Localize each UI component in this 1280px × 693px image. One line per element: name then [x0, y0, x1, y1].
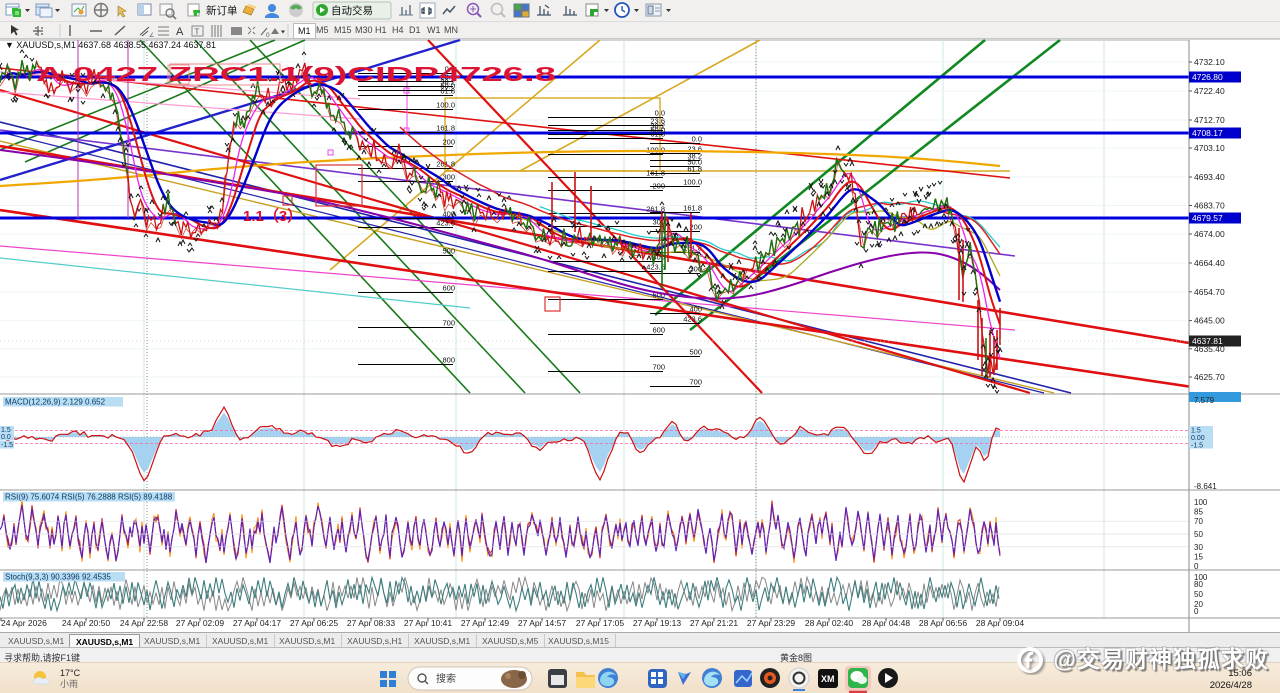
svg-text:600: 600 — [442, 284, 455, 293]
svg-text:100.0: 100.0 — [436, 101, 455, 110]
svg-text:100.0: 100.0 — [683, 178, 702, 187]
svg-text:161.8: 161.8 — [436, 124, 455, 133]
svg-text:XM: XM — [821, 674, 835, 684]
svg-text:A 0427 ZRC1.1(9)CIDP4726.8: A 0427 ZRC1.1(9)CIDP4726.8 — [36, 64, 556, 86]
svg-text:搜索: 搜索 — [436, 672, 456, 685]
svg-text:4664.40: 4664.40 — [1194, 258, 1225, 268]
svg-text:80: 80 — [1194, 580, 1203, 589]
svg-text:85: 85 — [1194, 508, 1203, 517]
svg-text:161.8: 161.8 — [683, 204, 702, 213]
svg-text:17°C: 17°C — [60, 668, 81, 678]
svg-text:61.8: 61.8 — [650, 130, 665, 139]
svg-text:4625.70: 4625.70 — [1194, 372, 1225, 382]
svg-text:0.0: 0.0 — [1, 434, 11, 441]
svg-text:800: 800 — [442, 356, 455, 365]
svg-text:4732.10: 4732.10 — [1194, 57, 1225, 67]
svg-text:50: 50 — [1194, 530, 1203, 539]
svg-text:4654.70: 4654.70 — [1194, 287, 1225, 297]
svg-text:RSI(9) 75.6074 RSI(5) 76.2888: RSI(9) 75.6074 RSI(5) 76.2888 RSI(5) 89.… — [5, 493, 173, 502]
svg-text:200: 200 — [442, 138, 455, 147]
svg-text:自动交易: 自动交易 — [331, 4, 373, 17]
svg-text:T: T — [195, 28, 200, 37]
svg-text:▼ XAUUSD,s,M1 4637.68 4638.55: ▼ XAUUSD,s,M1 4637.68 4638.55 4637.24 46… — [5, 40, 216, 50]
svg-text:50: 50 — [1194, 590, 1203, 599]
svg-text:4703.10: 4703.10 — [1194, 143, 1225, 153]
svg-text:400: 400 — [689, 305, 702, 314]
svg-text:423.6: 423.6 — [683, 315, 702, 324]
svg-text:100: 100 — [1194, 498, 1208, 507]
svg-text:4674.00: 4674.00 — [1194, 229, 1225, 239]
svg-text:15: 15 — [1194, 552, 1203, 561]
svg-text:500: 500 — [442, 247, 455, 256]
svg-text:4645.00: 4645.00 — [1194, 316, 1225, 326]
svg-text:Stoch(9,3,3) 90.3396 92.4535: Stoch(9,3,3) 90.3396 92.4535 — [5, 573, 111, 582]
svg-text:4693.40: 4693.40 — [1194, 172, 1225, 182]
svg-text:1.5: 1.5 — [1191, 428, 1201, 435]
svg-text:1.1（3）: 1.1（3） — [243, 207, 302, 225]
svg-text:2026/4/28: 2026/4/28 — [1210, 680, 1252, 691]
svg-text:4726.80: 4726.80 — [1192, 72, 1223, 82]
svg-text:61.8: 61.8 — [687, 165, 702, 174]
svg-text:61.8: 61.8 — [440, 87, 455, 96]
svg-text:700: 700 — [652, 363, 665, 372]
svg-text:0: 0 — [266, 32, 270, 39]
svg-text:-1.5: -1.5 — [1, 442, 13, 449]
svg-text:4722.40: 4722.40 — [1194, 86, 1225, 96]
svg-text:小雨: 小雨 — [60, 679, 78, 689]
svg-text:A: A — [176, 26, 184, 38]
svg-text:7.579: 7.579 — [1194, 396, 1215, 405]
svg-text:700: 700 — [442, 319, 455, 328]
svg-text:1.5: 1.5 — [1, 427, 11, 434]
svg-text:-1.5: -1.5 — [1191, 443, 1203, 450]
svg-text:0: 0 — [1194, 607, 1199, 616]
svg-text:24 Apr 2026: 24 Apr 2026 — [1, 618, 47, 628]
svg-text:-8.641: -8.641 — [1194, 482, 1217, 491]
svg-text:4637.81: 4637.81 — [1192, 336, 1223, 346]
svg-text:4708.17: 4708.17 — [1192, 128, 1223, 138]
svg-text:423.6: 423.6 — [436, 219, 455, 228]
svg-text:MACD(12,26,9) 2.129 0.652: MACD(12,26,9) 2.129 0.652 — [5, 398, 106, 407]
svg-text:∠: ∠ — [149, 32, 154, 39]
svg-text:700: 700 — [689, 378, 702, 387]
svg-text:500: 500 — [689, 348, 702, 357]
svg-text:4712.70: 4712.70 — [1194, 115, 1225, 125]
svg-text:4679.57: 4679.57 — [1192, 213, 1223, 223]
svg-text:4683.70: 4683.70 — [1194, 201, 1225, 211]
svg-text:30: 30 — [1194, 543, 1203, 552]
svg-text:新订单: 新订单 — [206, 4, 238, 17]
svg-text:0: 0 — [1194, 562, 1199, 571]
svg-text:0.00: 0.00 — [1191, 435, 1205, 442]
svg-text:600: 600 — [652, 326, 665, 335]
svg-text:70: 70 — [1194, 517, 1203, 526]
svg-text:0.0: 0.0 — [692, 135, 702, 144]
